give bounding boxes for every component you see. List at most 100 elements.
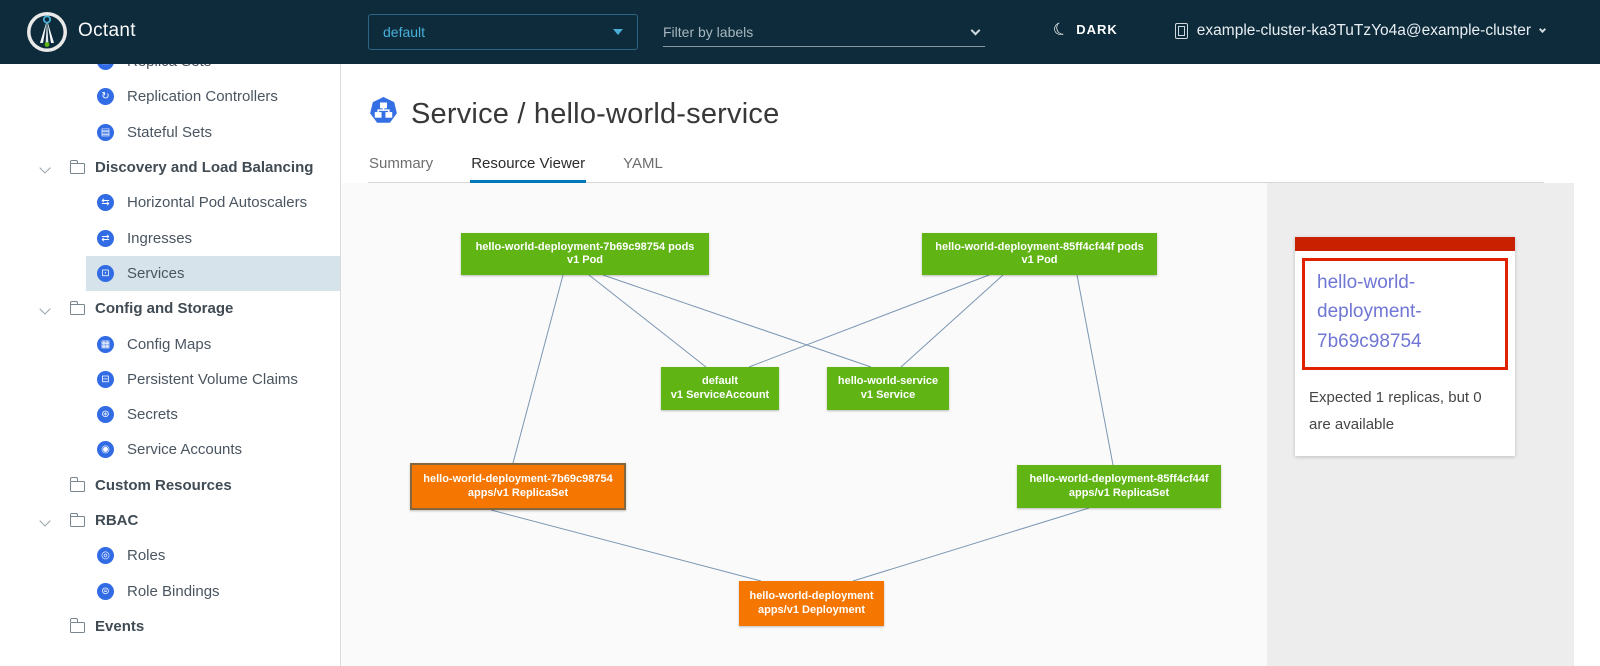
role-bindings-icon: ⊜ xyxy=(97,583,114,600)
sidebar-item-label: Config and Storage xyxy=(95,300,233,317)
edge-pod-7b69-to-service-hello-world xyxy=(603,275,871,367)
chevron-down-icon xyxy=(1539,26,1546,33)
node-kind-label: v1 Pod xyxy=(463,254,707,268)
node-kind-label: apps/v1 ReplicaSet xyxy=(414,487,622,501)
graph-node-pod-7b69[interactable]: hello-world-deployment-7b69c98754 podsv1… xyxy=(461,233,709,275)
services-icon: ⊡ xyxy=(97,265,114,282)
horizontal-pod-autoscalers-icon: ⇆ xyxy=(97,194,114,211)
node-kind-label: v1 Pod xyxy=(924,254,1155,268)
sidebar-item-label: Ingresses xyxy=(127,230,192,247)
theme-toggle-label: DARK xyxy=(1076,22,1118,37)
service-accounts-icon: ◉ xyxy=(97,441,114,458)
tab-summary[interactable]: Summary xyxy=(368,153,434,182)
edge-pod-85ff-to-replicaset-85ff xyxy=(1077,275,1113,465)
node-label: hello-world-service xyxy=(829,375,947,389)
caret-down-icon xyxy=(613,29,623,35)
edge-replicaset-7b69-to-deployment-hello-world xyxy=(491,510,761,581)
node-label: hello-world-deployment-7b69c98754 pods xyxy=(463,241,707,255)
chevron-down-icon[interactable] xyxy=(39,162,50,173)
sidebar-item-rbac[interactable]: RBAC xyxy=(0,503,340,538)
graph-node-deployment-hello-world[interactable]: hello-world-deploymentapps/v1 Deployment xyxy=(739,581,884,626)
sidebar-item-label: Replication Controllers xyxy=(127,88,278,105)
folder-icon xyxy=(70,622,85,633)
folder-icon xyxy=(70,163,85,174)
node-kind-label: v1 Service xyxy=(829,389,947,403)
service-icon xyxy=(368,96,399,132)
ingresses-icon: ⇄ xyxy=(97,230,114,247)
edge-pod-7b69-to-replicaset-7b69 xyxy=(513,275,563,463)
node-kind-label: v1 ServiceAccount xyxy=(663,389,777,403)
edge-pod-85ff-to-serviceaccount-default xyxy=(749,275,989,367)
graph-node-pod-85ff[interactable]: hello-world-deployment-85ff4cf44f podsv1… xyxy=(922,233,1157,275)
node-kind-label: apps/v1 Deployment xyxy=(741,604,882,618)
sidebar-item-label: Services xyxy=(127,265,185,282)
config-maps-icon: ▦ xyxy=(97,336,114,353)
moon-icon: ☾ xyxy=(1051,19,1071,40)
chevron-down-icon[interactable] xyxy=(39,515,50,526)
sidebar-item-roles[interactable]: ◎ Roles xyxy=(0,538,340,573)
sidebar-item-label: RBAC xyxy=(95,512,138,529)
sidebar-item-discovery-and-load-balancing[interactable]: Discovery and Load Balancing xyxy=(0,150,340,185)
sidebar-item-label: Replica Sets xyxy=(127,64,211,70)
sidebar-item-label: Config Maps xyxy=(127,336,211,353)
sidebar-item-label: Discovery and Load Balancing xyxy=(95,159,313,176)
node-kind-label: apps/v1 ReplicaSet xyxy=(1019,487,1219,501)
filter-labels-input[interactable]: Filter by labels xyxy=(663,18,985,47)
chevron-down-icon xyxy=(971,25,981,35)
sidebar-item-stateful-sets[interactable]: ▤ Stateful Sets xyxy=(0,115,340,150)
sidebar-item-replication-controllers[interactable]: ↻Replication Controllers xyxy=(0,79,340,114)
cluster-context-menu[interactable]: example-cluster-ka3TuTzYo4a@example-clus… xyxy=(1175,22,1545,40)
sidebar-item-label: Secrets xyxy=(127,406,178,423)
node-label: hello-world-deployment xyxy=(741,590,882,604)
sidebar-item-role-bindings[interactable]: ⊜Role Bindings xyxy=(0,573,340,608)
sidebar-item-label: Roles xyxy=(127,547,165,564)
sidebar-item-ingresses[interactable]: ⇄ Ingresses xyxy=(0,220,340,255)
namespace-select[interactable]: default xyxy=(368,14,638,50)
status-card-title-link[interactable]: hello-world-deployment-7b69c98754 xyxy=(1317,268,1493,356)
sidebar-nav: ⊞ Replica Sets ↻Replication Controllers ▤ St… xyxy=(0,64,341,666)
sidebar-item-label: Persistent Volume Claims xyxy=(127,371,298,388)
sidebar-item-service-accounts[interactable]: ◉ Service Accounts xyxy=(0,432,340,467)
graph-node-replicaset-7b69[interactable]: hello-world-deployment-7b69c98754apps/v1… xyxy=(410,463,626,510)
edge-replicaset-85ff-to-deployment-hello-world xyxy=(853,508,1089,581)
sidebar-item-config-and-storage[interactable]: Config and Storage xyxy=(0,291,340,326)
replica-sets-icon: ⊞ xyxy=(97,64,114,70)
namespace-select-value: default xyxy=(383,24,425,40)
node-label: hello-world-deployment-85ff4cf44f xyxy=(1019,473,1219,487)
status-card-message: Expected 1 replicas, but 0 are available xyxy=(1295,377,1515,456)
tab-yaml[interactable]: YAML xyxy=(622,153,664,182)
app-title: Octant xyxy=(78,20,136,42)
graph-node-replicaset-85ff[interactable]: hello-world-deployment-85ff4cf44fapps/v1… xyxy=(1017,465,1221,508)
theme-toggle-button[interactable]: ☾ DARK xyxy=(1053,21,1118,38)
status-card-alert-box: hello-world-deployment-7b69c98754 xyxy=(1302,258,1508,370)
sidebar-item-config-maps[interactable]: ▦ Config Maps xyxy=(0,326,340,361)
main-content: Service / hello-world-service Summary Res… xyxy=(341,64,1600,666)
sidebar-item-label: Horizontal Pod Autoscalers xyxy=(127,194,307,211)
sidebar-item-services[interactable]: ⊡ Services xyxy=(0,256,340,291)
sidebar-item-secrets[interactable]: ⊛Secrets xyxy=(0,397,340,432)
octant-logo-icon[interactable] xyxy=(26,11,68,53)
filter-placeholder: Filter by labels xyxy=(663,24,753,40)
node-label: hello-world-deployment-85ff4cf44f pods xyxy=(924,241,1155,255)
stateful-sets-icon: ▤ xyxy=(97,124,114,141)
sidebar-item-replica-sets[interactable]: ⊞ Replica Sets xyxy=(0,64,340,79)
sidebar-item-persistent-volume-claims[interactable]: ⊟ Persistent Volume Claims xyxy=(0,362,340,397)
folder-icon xyxy=(70,516,85,527)
page-title: Service / hello-world-service xyxy=(411,98,779,131)
sidebar-item-label: Service Accounts xyxy=(127,441,242,458)
app-header: Octant default Filter by labels ☾ DARK e… xyxy=(0,0,1600,64)
sidebar-item-label: Stateful Sets xyxy=(127,124,212,141)
folder-icon xyxy=(70,304,85,315)
cluster-context-label: example-cluster-ka3TuTzYo4a@example-clus… xyxy=(1197,22,1531,40)
graph-node-service-hello-world[interactable]: hello-world-servicev1 Service xyxy=(827,367,949,410)
roles-icon: ◎ xyxy=(97,547,114,564)
sidebar-item-horizontal-pod-autoscalers[interactable]: ⇆ Horizontal Pod Autoscalers xyxy=(0,185,340,220)
sidebar-item-events[interactable]: Events xyxy=(0,609,340,644)
cluster-icon xyxy=(1175,23,1188,39)
chevron-down-icon[interactable] xyxy=(39,303,50,314)
tab-resource-viewer[interactable]: Resource Viewer xyxy=(470,153,586,182)
edge-pod-7b69-to-serviceaccount-default xyxy=(589,275,706,367)
sidebar-item-custom-resources[interactable]: Custom Resources xyxy=(0,468,340,503)
persistent-volume-claims-icon: ⊟ xyxy=(97,371,114,388)
graph-node-serviceaccount-default[interactable]: defaultv1 ServiceAccount xyxy=(661,367,779,410)
